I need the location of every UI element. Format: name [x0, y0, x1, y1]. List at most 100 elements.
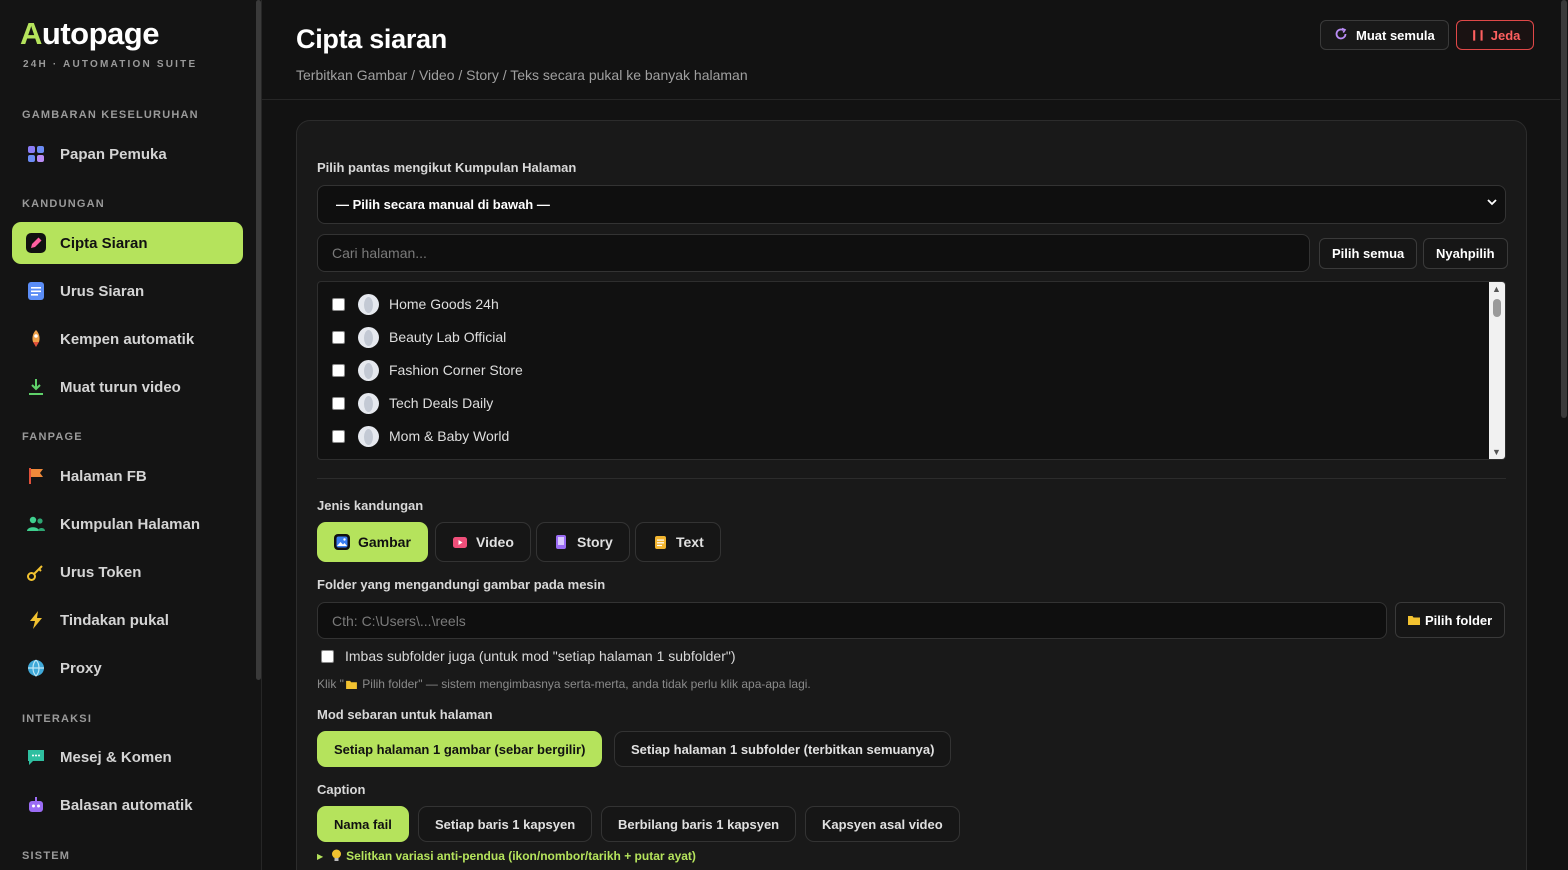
folder-path-input[interactable] — [317, 602, 1387, 639]
section-fanpage: FANPAGE — [22, 431, 83, 443]
content-type-label: Text — [676, 534, 704, 550]
pencil-icon — [26, 233, 46, 253]
sidebar-item-label: Papan Pemuka — [60, 145, 167, 163]
sidebar-item-label: Kumpulan Halaman — [60, 515, 201, 533]
caption-multi-line-button[interactable]: Berbilang baris 1 kapsyen — [601, 806, 797, 842]
page-name: Tech Deals Daily — [389, 395, 494, 411]
list-item[interactable]: Tech Deals Daily — [332, 391, 493, 415]
sidebar-item-label: Urus Token — [60, 563, 142, 581]
note-icon — [652, 534, 668, 550]
avatar — [358, 458, 379, 459]
group-select-value: — Pilih secara manual di bawah — — [336, 197, 550, 212]
pick-folder-button[interactable]: Pilih folder — [1395, 602, 1506, 638]
page-search-input[interactable] — [317, 234, 1310, 272]
sidebar-item-tokens[interactable]: Urus Token — [12, 551, 243, 593]
reload-button[interactable]: Muat semula — [1320, 20, 1449, 50]
avatar — [358, 425, 379, 447]
caption-filename-button[interactable]: Nama fail — [317, 806, 409, 842]
sidebar-item-proxy[interactable]: Proxy — [12, 647, 243, 689]
sidebar-item-dashboard[interactable]: Papan Pemuka — [12, 133, 243, 175]
list-item[interactable]: Fashion Corner Store — [332, 358, 523, 382]
pause-button[interactable]: ❙❙ Jeda — [1456, 20, 1535, 50]
page-checkbox[interactable] — [332, 297, 345, 311]
avatar — [358, 392, 379, 414]
globe-icon — [26, 658, 46, 678]
page-title: Cipta siaran — [296, 24, 447, 54]
folder-hint: Klik " Pilih folder" — sistem mengimbasn… — [317, 677, 811, 692]
sidebar-scrollbar[interactable] — [256, 0, 261, 680]
page-checkbox[interactable] — [332, 429, 345, 443]
mode-subfolder-button[interactable]: Setiap halaman 1 subfolder (terbitkan se… — [614, 731, 952, 767]
page-subtitle: Terbitkan Gambar / Video / Story / Teks … — [296, 67, 748, 83]
page-list-scrollbar[interactable]: ▲ ▼ — [1489, 282, 1505, 459]
deselect-button[interactable]: Nyahpilih — [1423, 238, 1508, 269]
sidebar-item-label: Tindakan pukal — [60, 611, 169, 629]
scroll-up-icon[interactable]: ▲ — [1492, 284, 1501, 294]
refresh-icon — [1334, 27, 1348, 44]
lightning-icon — [26, 610, 46, 630]
page-checkbox[interactable] — [332, 330, 345, 344]
mode-rotate-button[interactable]: Setiap halaman 1 gambar (sebar bergilir) — [317, 731, 603, 767]
content-type-image[interactable]: Gambar — [317, 522, 428, 562]
folder-label: Folder yang mengandungi gambar pada mesi… — [317, 577, 606, 592]
anti-spam-toggle[interactable]: ▶ Selitkan variasi anti-pendua (ikon/nom… — [317, 849, 696, 863]
select-all-button[interactable]: Pilih semua — [1319, 238, 1418, 269]
sidebar-item-messages[interactable]: Mesej & Komen — [12, 736, 243, 778]
expand-triangle-icon: ▶ — [317, 851, 324, 861]
section-overview: GAMBARAN KESELURUHAN — [22, 109, 199, 121]
sidebar-item-label: Proxy — [60, 659, 102, 677]
app-logo[interactable]: Autopage — [20, 16, 159, 52]
sidebar-item-bulk-actions[interactable]: Tindakan pukal — [12, 599, 243, 641]
section-content: KANDUNGAN — [22, 198, 105, 210]
sidebar: Autopage 24H · AUTOMATION SUITE GAMBARAN… — [0, 0, 262, 870]
sidebar-item-label: Kempen automatik — [60, 330, 195, 348]
page-checkbox[interactable] — [332, 396, 345, 410]
group-select[interactable]: — Pilih secara manual di bawah — — [317, 185, 1506, 224]
image-icon — [334, 534, 350, 550]
caption-per-line-button[interactable]: Setiap baris 1 kapsyen — [418, 806, 593, 842]
list-item — [332, 457, 389, 459]
sidebar-item-label: Balasan automatik — [60, 796, 193, 814]
scan-subfolders-option[interactable]: Imbas subfolder juga (untuk mod "setiap … — [321, 648, 736, 664]
main-scrollbar[interactable] — [1561, 0, 1567, 418]
scan-subfolders-checkbox[interactable] — [321, 649, 334, 663]
sidebar-item-download-video[interactable]: Muat turun video — [12, 366, 243, 408]
list-item[interactable]: Home Goods 24h — [332, 292, 499, 316]
chat-icon — [26, 747, 46, 767]
content-type-text[interactable]: Text — [635, 522, 721, 562]
caption-original-button[interactable]: Kapsyen asal video — [805, 806, 960, 842]
content-type-story[interactable]: Story — [536, 522, 630, 562]
scan-subfolders-label: Imbas subfolder juga (untuk mod "setiap … — [345, 648, 736, 664]
page-checkbox[interactable] — [332, 363, 345, 377]
avatar — [358, 359, 379, 381]
folder-icon — [346, 678, 357, 692]
list-item[interactable]: Mom & Baby World — [332, 424, 509, 448]
sidebar-item-page-groups[interactable]: Kumpulan Halaman — [12, 503, 243, 545]
sidebar-item-manage-post[interactable]: Urus Siaran — [12, 270, 243, 312]
distribution-mode-label: Mod sebaran untuk halaman — [317, 707, 493, 722]
sidebar-item-label: Muat turun video — [60, 378, 181, 396]
header-divider — [262, 99, 1560, 100]
list-item[interactable]: Beauty Lab Official — [332, 325, 506, 349]
scroll-thumb[interactable] — [1493, 299, 1501, 317]
section-system: SISTEM — [22, 850, 71, 862]
robot-icon — [26, 795, 46, 815]
page-name: Mom & Baby World — [389, 428, 510, 444]
sidebar-item-fb-pages[interactable]: Halaman FB — [12, 455, 243, 497]
page-name: Home Goods 24h — [389, 296, 499, 312]
document-icon — [26, 281, 46, 301]
sidebar-item-create-post[interactable]: Cipta Siaran — [12, 222, 243, 264]
sidebar-item-auto-campaign[interactable]: Kempen automatik — [12, 318, 243, 360]
sidebar-item-auto-reply[interactable]: Balasan automatik — [12, 784, 243, 826]
content-type-label: Jenis kandungan — [317, 498, 424, 513]
page-name: Beauty Lab Official — [389, 329, 507, 345]
page-list: Home Goods 24h Beauty Lab Official Fashi… — [317, 281, 1506, 460]
dashboard-icon — [26, 144, 46, 164]
avatar — [358, 293, 379, 315]
download-icon — [26, 377, 46, 397]
content-type-label: Video — [476, 534, 514, 550]
sidebar-item-label: Urus Siaran — [60, 282, 145, 300]
content-type-video[interactable]: Video — [435, 522, 531, 562]
scroll-down-icon[interactable]: ▼ — [1492, 447, 1501, 457]
flag-icon — [26, 466, 46, 486]
